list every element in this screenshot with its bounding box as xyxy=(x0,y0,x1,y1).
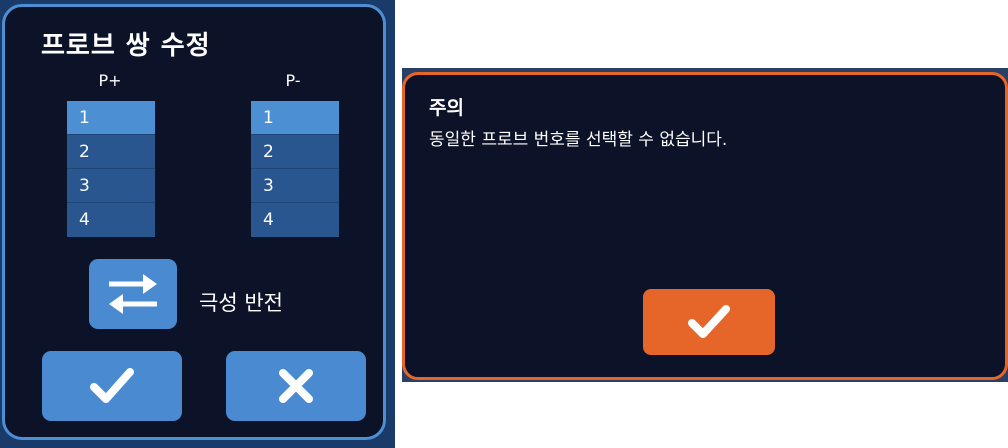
swap-polarity-button[interactable] xyxy=(89,259,177,329)
warning-confirm-button[interactable] xyxy=(643,289,775,355)
p-minus-item-4[interactable]: 4 xyxy=(251,203,339,237)
p-minus-item-2[interactable]: 2 xyxy=(251,135,339,169)
p-minus-item-3[interactable]: 3 xyxy=(251,169,339,203)
warning-message: 동일한 프로브 번호를 선택할 수 없습니다. xyxy=(429,130,728,150)
p-plus-item-1[interactable]: 1 xyxy=(67,101,155,135)
confirm-button[interactable] xyxy=(42,351,182,421)
p-minus-item-1[interactable]: 1 xyxy=(251,101,339,135)
cancel-button[interactable] xyxy=(226,351,366,421)
swap-polarity-label: 극성 반전 xyxy=(199,291,283,315)
p-minus-header: P- xyxy=(285,71,301,90)
x-icon xyxy=(279,369,313,403)
warning-dialog: 주의 동일한 프로브 번호를 선택할 수 없습니다. xyxy=(402,72,1008,380)
warning-title: 주의 xyxy=(429,97,464,119)
checkmark-icon xyxy=(688,305,730,338)
p-plus-item-4[interactable]: 4 xyxy=(67,203,155,237)
p-plus-list: 1 2 3 4 xyxy=(67,101,155,237)
p-plus-header: P+ xyxy=(98,71,122,90)
dialog-title: 프로브 쌍 수정 xyxy=(41,31,211,61)
swap-arrows-icon xyxy=(109,274,157,314)
checkmark-icon xyxy=(90,368,134,403)
screen: 프로브 쌍 수정 P+ P- 1 2 3 4 1 2 3 4 극성 반전 주의 … xyxy=(0,0,1008,448)
p-plus-item-2[interactable]: 2 xyxy=(67,135,155,169)
p-minus-list: 1 2 3 4 xyxy=(251,101,339,237)
probe-pair-dialog: 프로브 쌍 수정 P+ P- 1 2 3 4 1 2 3 4 극성 반전 xyxy=(2,4,386,440)
p-plus-item-3[interactable]: 3 xyxy=(67,169,155,203)
